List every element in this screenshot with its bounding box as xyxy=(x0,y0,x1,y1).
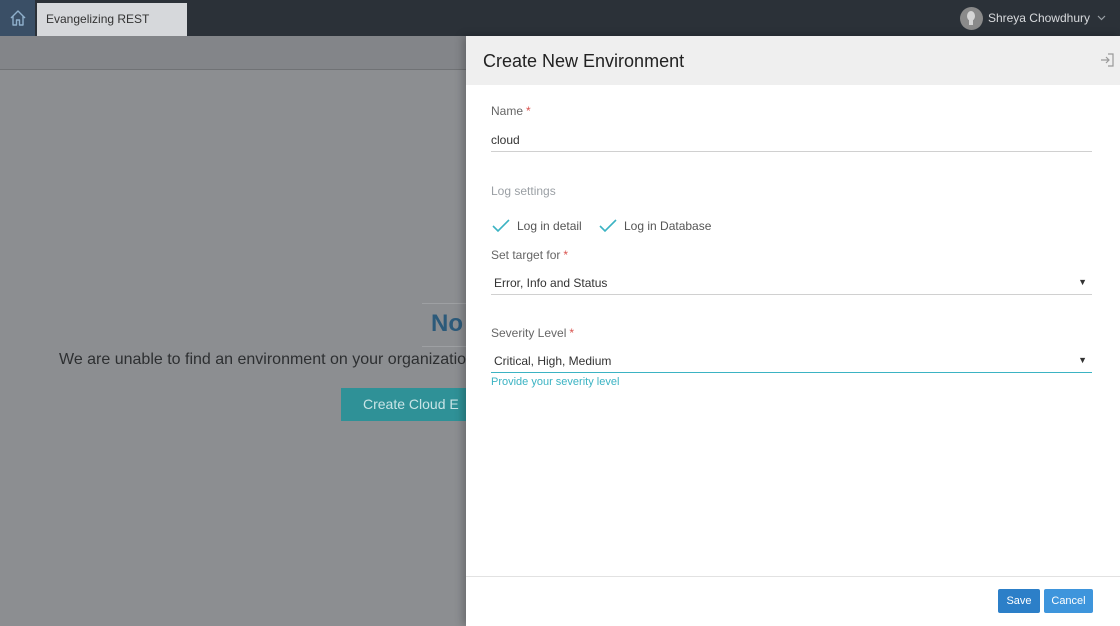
severity-label: Severity Level * xyxy=(491,326,574,340)
name-label-text: Name xyxy=(491,104,524,118)
log-in-database-checkbox[interactable]: Log in Database xyxy=(598,218,711,234)
target-select-value: Error, Info and Status xyxy=(494,276,608,290)
user-name: Shreya Chowdhury xyxy=(987,11,1090,25)
dropdown-arrow-icon: ▼ xyxy=(1078,355,1087,365)
severity-hint: Provide your severity level xyxy=(491,376,620,388)
dropdown-arrow-icon: ▼ xyxy=(1078,277,1087,287)
severity-select-value: Critical, High, Medium xyxy=(494,354,612,368)
tab-evangelizing-rest[interactable]: Evangelizing REST xyxy=(37,3,187,36)
required-marker: * xyxy=(526,104,531,118)
target-select[interactable]: Error, Info and Status ▼ xyxy=(491,272,1092,295)
background-message: We are unable to find an environment on … xyxy=(59,351,475,368)
create-environment-drawer: Create New Environment Name* Log setting… xyxy=(466,36,1120,626)
chevron-down-icon xyxy=(1097,15,1106,21)
severity-label-text: Severity Level xyxy=(491,326,567,340)
drawer-footer: Save Cancel xyxy=(466,576,1120,626)
log-settings-label: Log settings xyxy=(491,184,556,198)
required-marker: * xyxy=(563,248,569,262)
log-in-database-label: Log in Database xyxy=(624,219,712,233)
user-menu[interactable]: Shreya Chowdhury xyxy=(959,6,1106,30)
tab-label: Evangelizing REST xyxy=(46,12,150,26)
log-in-detail-label: Log in detail xyxy=(517,219,582,233)
target-label-text: Set target for xyxy=(491,248,561,262)
save-button[interactable]: Save xyxy=(998,589,1040,613)
required-marker: * xyxy=(569,326,575,340)
cancel-button[interactable]: Cancel xyxy=(1044,589,1093,613)
drawer-title: Create New Environment xyxy=(483,51,685,71)
exit-panel-icon[interactable] xyxy=(1099,52,1115,68)
name-input[interactable] xyxy=(491,131,1092,152)
home-icon xyxy=(10,10,25,26)
target-label: Set target for * xyxy=(491,248,568,262)
checkmark-icon xyxy=(599,219,617,233)
severity-select[interactable]: Critical, High, Medium ▼ xyxy=(491,350,1092,373)
user-avatar-icon xyxy=(959,6,983,30)
home-button[interactable] xyxy=(0,0,35,36)
drawer-header: Create New Environment xyxy=(466,36,1120,85)
checkmark-icon xyxy=(492,219,510,233)
top-bar: Evangelizing REST Shreya Chowdhury xyxy=(0,0,1120,36)
log-in-detail-checkbox[interactable]: Log in detail xyxy=(491,218,582,234)
name-label: Name * xyxy=(491,104,531,118)
